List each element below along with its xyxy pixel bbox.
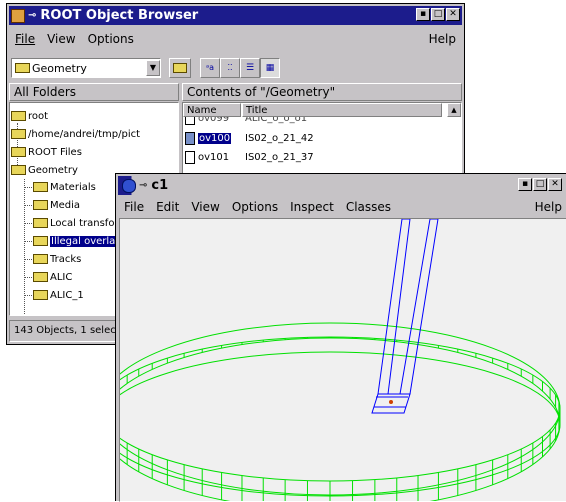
list-item-selected[interactable]: ov100 <box>185 131 232 147</box>
tree-item-home[interactable]: /home/andrei/tmp/pict <box>11 127 140 142</box>
folder-icon <box>33 200 48 210</box>
tree-item-tracks[interactable]: Tracks <box>33 252 81 267</box>
menu-options[interactable]: Options <box>232 200 278 214</box>
tree-item-alic-1[interactable]: ALIC_1 <box>33 288 84 303</box>
browser-titlebar[interactable]: ⊸ ROOT Object Browser ▪ □ ✕ <box>9 6 462 25</box>
tree-item-root[interactable]: root <box>11 109 48 124</box>
tree-item-local-transformations[interactable]: Local transfor <box>33 216 119 231</box>
contents-header: Contents of "/Geometry" <box>182 83 462 101</box>
canvas-app-icon <box>122 178 136 193</box>
minimize-button[interactable]: ▪ <box>416 8 430 21</box>
browser-title: ROOT Object Browser <box>40 8 199 23</box>
folder-icon <box>33 290 48 300</box>
up-folder-button[interactable] <box>169 58 191 78</box>
tree-label: Tracks <box>50 254 82 265</box>
all-folders-header: All Folders <box>9 83 179 101</box>
tree-label: ALIC_1 <box>50 290 84 301</box>
row-name: ov101 <box>198 152 230 163</box>
folder-icon <box>11 147 26 157</box>
folder-combobox[interactable]: Geometry ▼ <box>11 58 161 78</box>
folder-icon <box>33 272 48 282</box>
menu-view[interactable]: View <box>191 200 219 214</box>
folder-icon <box>33 182 48 192</box>
folder-icon <box>11 165 26 175</box>
row-name: ov100 <box>198 133 232 144</box>
overlap-marker <box>389 400 393 404</box>
tree-item-alic[interactable]: ALIC <box>33 270 72 285</box>
folder-icon <box>33 254 48 264</box>
large-icons-button[interactable]: ᵃa <box>200 58 220 78</box>
canvas-title: c1 <box>151 178 169 193</box>
column-header-title[interactable]: Title <box>242 103 442 117</box>
folder-icon <box>15 63 30 73</box>
combo-dropdown-button[interactable]: ▼ <box>146 60 160 76</box>
scroll-up-button[interactable]: ▲ <box>447 103 461 117</box>
menu-file[interactable]: File <box>124 200 144 214</box>
document-icon <box>185 131 195 145</box>
list-view-button[interactable]: ☰ <box>240 58 260 78</box>
tree-item-media[interactable]: Media <box>33 198 80 213</box>
folder-icon <box>11 129 26 139</box>
tree-label: Media <box>50 200 81 211</box>
list-item[interactable]: ov101 <box>185 150 229 166</box>
tree-label: /home/andrei/tmp/pict <box>28 129 141 140</box>
tree-label: ROOT Files <box>28 147 82 158</box>
menu-edit[interactable]: Edit <box>156 200 179 214</box>
tree-label: Materials <box>50 182 96 193</box>
close-button[interactable]: ✕ <box>446 8 460 21</box>
pin-icon[interactable]: ⊸ <box>139 176 147 195</box>
canvas-close-button[interactable]: ✕ <box>548 178 562 191</box>
tree-item-materials[interactable]: Materials <box>33 180 96 195</box>
small-icons-button[interactable]: ⁚⁚ <box>220 58 240 78</box>
tree-label: ALIC <box>50 272 73 283</box>
canvas-window: ⊸ c1 ▪ □ ✕ File Edit View Options Inspec… <box>115 173 566 502</box>
maximize-button[interactable]: □ <box>431 8 445 21</box>
folder-icon <box>33 236 48 246</box>
list-item-title: IS02_o_21_37 <box>245 152 314 163</box>
overlap-volume <box>371 219 439 414</box>
list-item-title: IS02_o_21_42 <box>245 133 314 144</box>
folder-icon <box>33 218 48 228</box>
tree-label: Geometry <box>28 165 78 176</box>
geometry-view <box>120 219 561 501</box>
document-icon <box>185 150 195 164</box>
browser-menubar: File View Options Help <box>9 30 462 48</box>
canvas-menubar: File Edit View Options Inspect Classes H… <box>118 198 566 216</box>
tube-wireframe <box>120 322 561 501</box>
menu-options[interactable]: Options <box>88 32 134 46</box>
pin-icon[interactable]: ⊸ <box>28 6 36 25</box>
canvas-titlebar[interactable]: ⊸ c1 ▪ □ ✕ <box>118 176 566 195</box>
tree-item-root-files[interactable]: ROOT Files <box>11 145 82 160</box>
up-folder-icon <box>173 63 187 73</box>
menu-help[interactable]: Help <box>535 200 562 214</box>
menu-inspect[interactable]: Inspect <box>290 200 334 214</box>
menu-view[interactable]: View <box>47 32 75 46</box>
app-icon <box>11 8 25 23</box>
combo-value: Geometry <box>32 61 87 75</box>
column-header-name[interactable]: Name <box>183 103 241 117</box>
details-view-button[interactable]: ▦ <box>260 58 280 78</box>
tree-label: Local transfor <box>50 218 119 229</box>
canvas-minimize-button[interactable]: ▪ <box>518 178 532 191</box>
menu-classes[interactable]: Classes <box>346 200 391 214</box>
tree-label: root <box>28 111 49 122</box>
canvas-maximize-button[interactable]: □ <box>533 178 547 191</box>
menu-file[interactable]: File <box>15 32 35 46</box>
menu-help[interactable]: Help <box>429 32 456 46</box>
tree-item-illegal-overlaps[interactable]: Illegal overlaps <box>33 234 128 249</box>
tree-item-geometry[interactable]: Geometry <box>11 163 78 178</box>
canvas-drawing-area[interactable] <box>119 218 566 502</box>
folder-icon <box>11 111 26 121</box>
